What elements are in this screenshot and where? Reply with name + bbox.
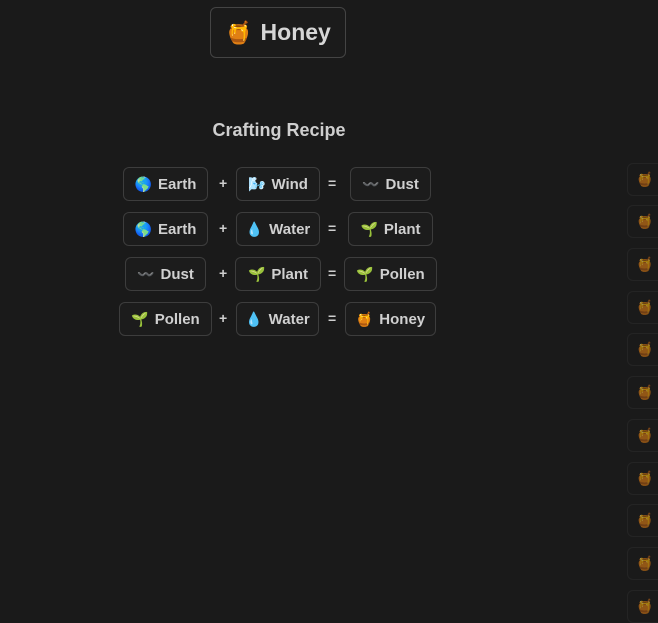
honey-pot-icon: 🍯 xyxy=(636,213,654,229)
sidebar-element-item[interactable]: 🍯 xyxy=(627,205,658,238)
honey-pot-icon: 🍯 xyxy=(225,19,253,45)
honey-pot-icon: 🍯 xyxy=(636,299,654,315)
equals-operator: = xyxy=(328,265,337,281)
element-label: Water xyxy=(269,220,311,238)
result-chip[interactable]: 🌱 Pollen xyxy=(344,257,437,291)
honey-pot-icon: 🍯 xyxy=(636,256,654,272)
sidebar-element-item[interactable]: 🍯 xyxy=(627,291,658,324)
plus-operator: + xyxy=(219,220,228,236)
element-label: Earth xyxy=(158,220,197,238)
sidebar-element-item[interactable]: 🍯 xyxy=(627,504,658,537)
ingredient-chip[interactable]: 🌱 Plant xyxy=(235,257,321,291)
sidebar-element-item[interactable]: 🍯 xyxy=(627,462,658,495)
recipe-row: 〰️ Dust + 🌱 Plant = 🌱 Pollen xyxy=(0,257,558,291)
ingredient-chip[interactable]: 🌱 Pollen xyxy=(119,302,212,336)
honey-pot-icon: 🍯 xyxy=(355,310,374,327)
ingredient-chip[interactable]: 〰️ Dust xyxy=(125,257,206,291)
element-label: Earth xyxy=(158,175,197,193)
result-chip[interactable]: 🍯 Honey xyxy=(345,302,436,336)
honey-pot-icon: 🍯 xyxy=(636,384,654,400)
seedling-icon: 🌱 xyxy=(356,265,374,282)
sidebar-element-item[interactable]: 🍯 xyxy=(627,248,658,281)
equals-operator: = xyxy=(328,220,337,236)
sidebar-element-item[interactable]: 🍯 xyxy=(627,376,658,409)
sidebar-element-item[interactable]: 🍯 xyxy=(627,590,658,623)
element-label: Dust xyxy=(160,265,194,283)
honey-pot-icon: 🍯 xyxy=(636,470,654,486)
result-chip[interactable]: 🌱 Plant xyxy=(348,212,433,246)
earth-globe-icon: 🌎 xyxy=(134,175,153,192)
recipe-row: 🌎 Earth + 🌬️ Wind = 〰️ Dust xyxy=(0,167,558,201)
honey-pot-icon: 🍯 xyxy=(636,171,654,187)
ingredient-chip[interactable]: 💧 Water xyxy=(236,212,320,246)
dust-waves-icon: 〰️ xyxy=(137,265,155,282)
recipe-row: 🌎 Earth + 💧 Water = 🌱 Plant xyxy=(0,212,558,246)
ingredient-chip[interactable]: 🌬️ Wind xyxy=(236,167,320,201)
result-chip[interactable]: 〰️ Dust xyxy=(350,167,431,201)
seedling-icon: 🌱 xyxy=(247,265,266,282)
honey-pot-icon: 🍯 xyxy=(636,341,654,357)
ingredient-chip[interactable]: 💧 Water xyxy=(236,302,319,336)
sidebar-element-item[interactable]: 🍯 xyxy=(627,547,658,580)
element-label: Plant xyxy=(271,265,309,283)
honey-pot-icon: 🍯 xyxy=(636,512,654,528)
element-label: Honey xyxy=(379,310,426,328)
sidebar-element-item[interactable]: 🍯 xyxy=(627,163,658,196)
ingredient-chip[interactable]: 🌎 Earth xyxy=(123,212,208,246)
element-label: Plant xyxy=(383,220,421,238)
element-title-label: Honey xyxy=(260,19,331,45)
crafting-recipe-heading: Crafting Recipe xyxy=(212,120,346,140)
seedling-icon: 🌱 xyxy=(131,310,149,327)
water-drop-icon: 💧 xyxy=(245,220,264,237)
plus-operator: + xyxy=(219,310,228,326)
equals-operator: = xyxy=(328,175,337,191)
ingredient-chip[interactable]: 🌎 Earth xyxy=(123,167,208,201)
recipe-row: 🌱 Pollen + 💧 Water = 🍯 Honey xyxy=(0,302,558,336)
wind-icon: 🌬️ xyxy=(248,175,266,192)
honey-pot-icon: 🍯 xyxy=(636,555,654,571)
equals-operator: = xyxy=(328,310,337,326)
element-label: Water xyxy=(268,310,310,328)
element-label: Wind xyxy=(271,175,308,193)
element-label: Pollen xyxy=(379,265,425,283)
honey-pot-icon: 🍯 xyxy=(636,598,654,614)
plus-operator: + xyxy=(219,265,228,281)
water-drop-icon: 💧 xyxy=(245,310,263,327)
earth-globe-icon: 🌎 xyxy=(134,220,153,237)
seedling-icon: 🌱 xyxy=(360,220,378,237)
plus-operator: + xyxy=(219,175,228,191)
dust-waves-icon: 〰️ xyxy=(362,175,380,192)
honey-pot-icon: 🍯 xyxy=(636,427,654,443)
element-label: Pollen xyxy=(154,310,200,328)
element-title: 🍯 Honey xyxy=(210,7,346,58)
sidebar-element-item[interactable]: 🍯 xyxy=(627,419,658,452)
sidebar-element-item[interactable]: 🍯 xyxy=(627,333,658,366)
element-label: Dust xyxy=(385,175,419,193)
